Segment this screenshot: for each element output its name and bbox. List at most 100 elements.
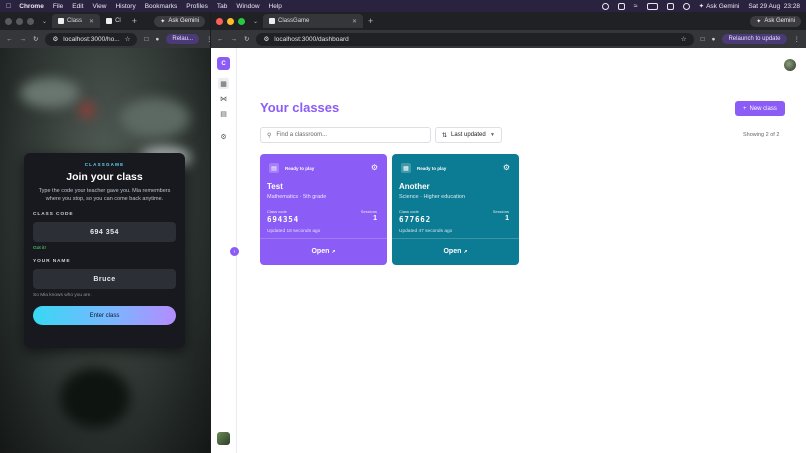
minimize-window-button[interactable] [227, 17, 234, 25]
sessions-label: Sessions [492, 209, 509, 214]
relaunch-to-update-button[interactable]: Relaunch to update [722, 34, 787, 44]
back-icon[interactable]: ← [6, 36, 13, 43]
menubar-status-area: ≈ ✦ Ask Gemini Sat 29 Aug 23:28 [601, 2, 800, 11]
menu-app-name[interactable]: Chrome [19, 3, 44, 10]
play-icon[interactable] [617, 2, 625, 10]
menu-view[interactable]: View [93, 3, 107, 10]
bookmark-star-icon[interactable]: ☆ [681, 35, 687, 43]
grid-icon: ▦ [401, 163, 411, 173]
tab-favicon [269, 18, 276, 24]
zoom-window-button[interactable] [27, 17, 34, 25]
extensions-icon[interactable]: □ [701, 36, 705, 43]
reload-icon[interactable]: ↻ [33, 35, 38, 43]
collapse-sidebar-button[interactable]: › [230, 247, 239, 256]
open-class-button[interactable]: Open ↗ [392, 248, 519, 255]
new-tab-icon[interactable]: + [368, 16, 373, 26]
menu-edit[interactable]: Edit [72, 3, 83, 10]
page-title: Your classes [260, 100, 340, 115]
app-logo[interactable]: C [217, 57, 230, 70]
menubar-clock[interactable]: Sat 29 Aug 23:28 [748, 3, 800, 10]
menu-tab[interactable]: Tab [217, 3, 227, 10]
site-info-icon[interactable]: ⚙ [52, 35, 58, 43]
teacher-browser-window: ⌄ ClassGame ✕ + ✦ Ask Gemini ← → ↻ ⚙ loc… [211, 12, 806, 453]
class-updated: Updated 47 seconds ago [399, 229, 453, 234]
sidebar-item-dashboard[interactable]: ▦ [218, 78, 229, 89]
student-browser-window: ⌄ Class ✕ Cl + ✦ Ask Gemini ← → ↻ ⚙ loca… [0, 12, 210, 453]
sidebar-item-library[interactable]: ▤ [218, 108, 229, 119]
forward-icon[interactable]: → [231, 36, 238, 43]
gemini-icon: ✦ [756, 18, 762, 25]
menu-window[interactable]: Window [236, 3, 259, 10]
user-avatar[interactable] [784, 59, 796, 71]
class-code-label: CLASS CODE [33, 212, 74, 217]
profile-icon[interactable]: ● [712, 36, 716, 43]
menubar-ask-gemini[interactable]: ✦ Ask Gemini [699, 2, 740, 11]
your-name-label: YOUR NAME [33, 259, 71, 264]
relaunch-button[interactable]: Relau... [166, 34, 200, 44]
close-window-button[interactable] [5, 17, 12, 25]
ask-gemini-button[interactable]: ✦ Ask Gemini [154, 15, 205, 27]
gear-icon: ⚙ [220, 133, 227, 141]
bookmark-star-icon[interactable]: ☆ [125, 35, 131, 43]
siri-icon[interactable] [682, 2, 690, 10]
menu-bookmarks[interactable]: Bookmarks [145, 3, 178, 10]
gear-icon[interactable]: ⚙ [503, 163, 510, 172]
menu-help[interactable]: Help [269, 3, 282, 10]
battery-icon[interactable] [646, 2, 658, 10]
new-tab-icon[interactable]: + [132, 16, 137, 26]
tab-classgame-join[interactable]: Class ✕ [52, 14, 101, 28]
reload-icon[interactable]: ↻ [244, 35, 249, 43]
extensions-icon[interactable]: □ [144, 36, 148, 43]
profile-icon[interactable]: ● [155, 36, 159, 43]
tab-search-chevron-icon[interactable]: ⌄ [42, 18, 47, 25]
your-name-input[interactable]: Bruce [33, 269, 176, 289]
address-bar[interactable]: ⚙ localhost:3000/dashboard ☆ [256, 32, 694, 46]
clipboard-icon: ▤ [269, 163, 279, 173]
sort-dropdown[interactable]: ⇅ Last updated ▼ [435, 127, 502, 143]
minimize-window-button[interactable] [16, 17, 23, 25]
class-card[interactable]: ▤ Ready to play ⚙ Test Mathematics · 5th… [260, 154, 387, 265]
close-window-button[interactable] [216, 17, 223, 25]
sidebar-item-settings[interactable]: ⚙ [218, 131, 229, 142]
tab-label: ClassGame [278, 18, 310, 24]
control-center-icon[interactable] [601, 2, 609, 10]
menu-profiles[interactable]: Profiles [186, 3, 208, 10]
forward-icon[interactable]: → [20, 36, 27, 43]
open-label: Open [443, 248, 462, 255]
open-class-button[interactable]: Open ↗ [260, 248, 387, 255]
sidebar-item-network[interactable]: ⋈ [218, 93, 229, 104]
brand-label: CLASSGAME [84, 162, 125, 167]
sessions-label: Sessions [360, 209, 377, 214]
ask-gemini-button[interactable]: ✦ Ask Gemini [750, 15, 801, 27]
right-tab-strip: ⌄ ClassGame ✕ + ✦ Ask Gemini [211, 12, 806, 30]
gear-icon[interactable]: ⚙ [371, 163, 378, 172]
back-icon[interactable]: ← [217, 36, 224, 43]
more-menu-icon[interactable]: ⋮ [206, 35, 210, 43]
sort-label: Last updated [451, 132, 486, 138]
wifi-icon[interactable]: ≈ [634, 3, 638, 10]
address-bar[interactable]: ⚙ localhost:3000/ho... ☆ [45, 32, 138, 46]
classroom-search-input[interactable]: ⚲ Find a classroom... [260, 127, 431, 143]
enter-class-button[interactable]: Enter class [33, 306, 176, 325]
more-menu-icon[interactable]: ⋮ [794, 35, 801, 43]
close-tab-icon[interactable]: ✕ [352, 18, 357, 25]
class-subject: Mathematics · 5th grade [267, 194, 327, 200]
new-class-button[interactable]: + New class [735, 101, 785, 116]
network-icon: ⋈ [220, 95, 227, 103]
class-code-input[interactable]: 694 354 [33, 222, 176, 242]
search-icon[interactable] [666, 2, 674, 10]
class-card[interactable]: ▦ Ready to play ⚙ Another Science · High… [392, 154, 519, 265]
menu-history[interactable]: History [115, 3, 135, 10]
menu-file[interactable]: File [53, 3, 63, 10]
your-name-hint: So Mia knows who you are. [33, 293, 92, 298]
zoom-window-button[interactable] [238, 17, 245, 25]
apple-icon[interactable]:  [6, 3, 11, 10]
close-tab-icon[interactable]: ✕ [89, 18, 94, 25]
sidebar-avatar[interactable] [217, 432, 230, 445]
tab-classgame-2[interactable]: Cl [100, 14, 127, 28]
tab-search-chevron-icon[interactable]: ⌄ [253, 18, 258, 25]
join-class-card: CLASSGAME Join your class Type the code … [24, 153, 185, 348]
tab-classgame-dashboard[interactable]: ClassGame ✕ [263, 14, 364, 28]
site-info-icon[interactable]: ⚙ [263, 35, 269, 43]
join-description: Type the code your teacher gave you. Mia… [38, 188, 171, 202]
